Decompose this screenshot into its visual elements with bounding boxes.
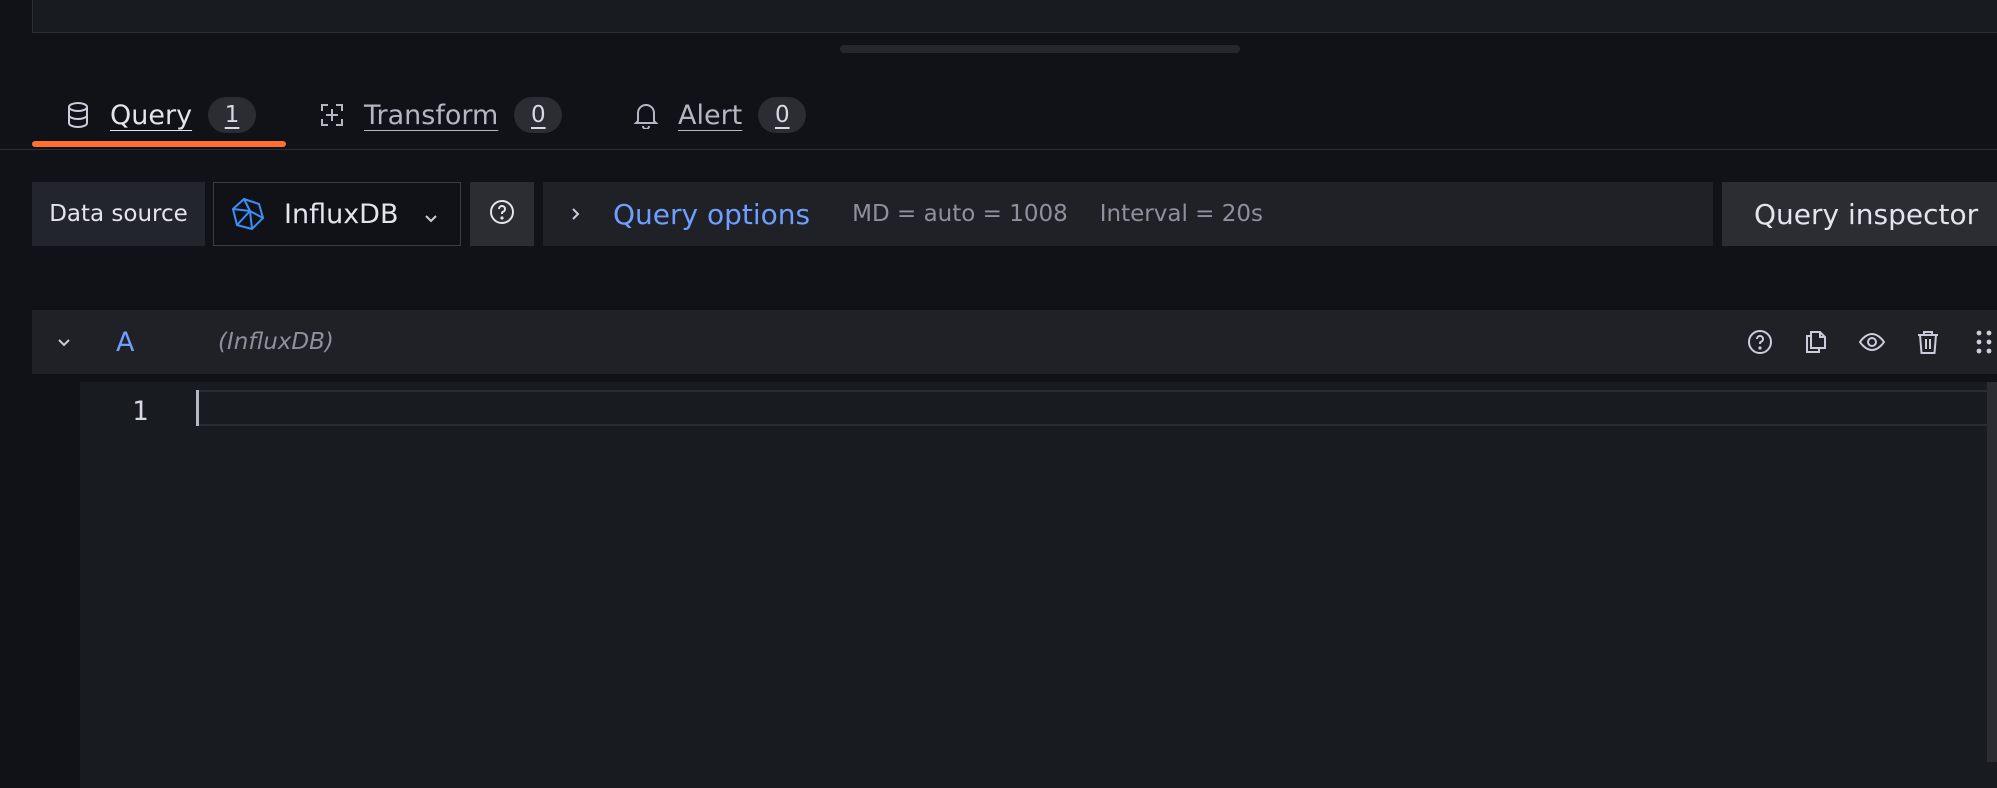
influxdb-icon [230, 196, 266, 232]
collapse-chevron-icon[interactable] [54, 332, 74, 352]
query-row-actions [1746, 310, 1997, 374]
tab-alert[interactable]: Alert 0 [632, 80, 807, 150]
data-source-picker[interactable]: InfluxDB [213, 182, 461, 246]
chevron-right-icon [565, 204, 585, 224]
tab-query-label: Query [110, 99, 193, 131]
tab-query[interactable]: Query 1 [64, 80, 257, 150]
query-datasource-name: (InfluxDB) [218, 329, 334, 355]
interval-info: Interval = 20s [1099, 201, 1263, 227]
query-options-label: Query options [613, 197, 811, 231]
tab-transform-count: 0 [514, 97, 563, 133]
tab-alert-label: Alert [678, 99, 743, 131]
bell-icon [632, 101, 660, 129]
database-icon [64, 101, 92, 129]
tab-alert-count: 0 [758, 97, 807, 133]
drag-handle-icon[interactable] [1970, 328, 1997, 356]
query-options-toggle[interactable]: Query options MD = auto = 1008 Interval … [543, 182, 1713, 246]
transform-icon [318, 101, 346, 129]
panel-preview [32, 0, 1997, 33]
query-code-editor[interactable]: 1 [80, 382, 1997, 788]
tab-query-count: 1 [208, 97, 257, 133]
help-icon[interactable] [1746, 328, 1774, 356]
chevron-down-icon [421, 204, 441, 224]
trash-icon[interactable] [1914, 328, 1942, 356]
tab-transform-label: Transform [364, 99, 499, 131]
query-toolbar: Data source InfluxDB Query options MD = … [0, 182, 1997, 246]
data-source-help-button[interactable] [470, 182, 534, 246]
query-ref-id[interactable]: A [116, 327, 134, 358]
data-source-label: Data source [32, 182, 205, 246]
editor-scrollbar[interactable] [1987, 382, 1997, 762]
data-source-value: InfluxDB [284, 198, 399, 230]
active-tab-indicator [32, 141, 286, 147]
line-number: 1 [132, 396, 149, 427]
current-line-highlight [196, 390, 1996, 426]
query-row-header[interactable]: A (InfluxDB) [32, 310, 1997, 374]
duplicate-icon[interactable] [1802, 328, 1830, 356]
query-inspector-button[interactable]: Query inspector [1722, 182, 1997, 246]
question-circle-icon [488, 198, 516, 230]
pane-resize-handle[interactable] [840, 45, 1240, 53]
tab-transform[interactable]: Transform 0 [318, 80, 563, 150]
editor-tabs: Query 1 Transform 0 Alert 0 [0, 80, 1997, 150]
max-data-points-info: MD = auto = 1008 [852, 201, 1068, 227]
text-cursor [196, 390, 199, 426]
eye-icon[interactable] [1858, 328, 1886, 356]
